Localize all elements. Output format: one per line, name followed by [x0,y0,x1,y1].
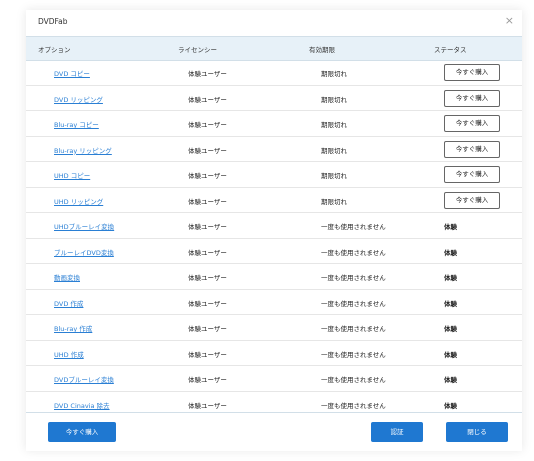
expiry-cell: 期限切れ [321,95,347,104]
expiry-cell: 期限切れ [321,197,347,206]
row-buy-now-button[interactable]: 今すぐ購入 [444,166,500,183]
license-cell: 体験ユーザー [188,350,227,359]
status-label: 体験 [444,274,457,282]
license-cell: 体験ユーザー [188,172,227,180]
option-link[interactable]: DVD Cinavia 除去 [54,400,110,410]
option-link[interactable]: 動画変換 [54,272,80,282]
option-link[interactable]: UHD リッピング [54,196,103,206]
option-link[interactable]: Blu-ray リッピング [54,145,112,155]
expiry-cell: 一度も使用されません [321,350,386,359]
row-buy-now-button[interactable]: 今すぐ購入 [444,115,500,132]
license-cell: 体験ユーザー [188,121,227,129]
option-link[interactable]: DVD リッピング [54,94,103,104]
dialog-title: DVDFab [38,17,68,26]
table-row: DVD コピー 体験ユーザー 期限切れ 今すぐ購入 [26,60,522,86]
table-row: 動画変換 体験ユーザー 一度も使用されません 体験 [26,264,522,290]
expiry-cell: 一度も使用されません [321,274,386,282]
license-cell: 体験ユーザー [188,274,227,282]
expiry-cell: 一度も使用されません [321,299,386,308]
expiry-cell: 期限切れ [321,121,347,129]
row-buy-now-button[interactable]: 今すぐ購入 [444,89,500,107]
license-cell: 体験ユーザー [188,146,227,155]
row-buy-now-button[interactable]: 今すぐ購入 [444,191,500,209]
license-cell: 体験ユーザー [188,70,227,78]
close-icon[interactable]: × [505,14,514,28]
table-row: DVD Cinavia 除去 体験ユーザー 一度も使用されません 体験 [26,392,522,413]
table-row: DVD 作成 体験ユーザー 一度も使用されません 体験 [26,290,522,315]
license-cell: 体験ユーザー [188,376,227,384]
column-header-option: オプション [38,46,71,54]
row-buy-now-button[interactable]: 今すぐ購入 [444,140,500,158]
license-table-body[interactable]: DVD コピー 体験ユーザー 期限切れ 今すぐ購入 DVD リッピング 体験ユーザー 期限切… [26,60,522,412]
license-cell: 体験ユーザー [188,197,227,206]
expiry-cell: 期限切れ [321,70,347,78]
table-row: UHD リッピング 体験ユーザー 期限切れ 今すぐ購入 [26,188,522,213]
expiry-cell: 期限切れ [321,172,347,180]
status-label: 体験 [444,401,457,410]
option-link[interactable]: Blu-ray コピー [54,119,99,129]
license-cell: 体験ユーザー [188,248,227,257]
status-label: 体験 [444,248,457,257]
table-row: UHD 作成 体験ユーザー 一度も使用されません 体験 [26,341,522,366]
license-cell: 体験ユーザー [188,299,227,308]
status-label: 体験 [444,350,457,359]
option-link[interactable]: UHD コピー [54,170,90,180]
table-row: DVDブルーレイ変換 体験ユーザー 一度も使用されません 体験 [26,366,522,392]
row-buy-now-button[interactable]: 今すぐ購入 [444,64,500,81]
status-label: 体験 [444,223,457,231]
expiry-cell: 一度も使用されません [321,223,386,231]
table-header: オプション ライセンシー 有効期限 ステータス [26,36,522,61]
option-link[interactable]: DVD 作成 [54,298,83,308]
table-row: Blu-ray 作成 体験ユーザー 一度も使用されません 体験 [26,315,522,341]
dialog-footer: 今すぐ購入 認証 閉じる [26,412,522,451]
status-label: 体験 [444,376,457,384]
column-header-expiry: 有効期限 [309,46,335,54]
close-button[interactable]: 閉じる [446,422,508,442]
license-dialog: DVDFab × オプション ライセンシー 有効期限 ステータス DVD コピー… [26,10,522,451]
buy-now-button[interactable]: 今すぐ購入 [48,422,116,442]
expiry-cell: 一度も使用されません [321,248,386,257]
option-link[interactable]: UHD 作成 [54,349,84,359]
expiry-cell: 一度も使用されません [321,376,386,384]
title-bar: DVDFab × [26,10,522,36]
license-cell: 体験ユーザー [188,223,227,231]
column-header-status: ステータス [434,46,467,54]
authenticate-button[interactable]: 認証 [371,422,423,442]
option-link[interactable]: ブルーレイDVD変換 [54,247,114,257]
status-label: 体験 [444,299,457,308]
status-label: 体験 [444,325,457,333]
expiry-cell: 期限切れ [321,146,347,155]
option-link[interactable]: DVD コピー [54,68,90,78]
license-cell: 体験ユーザー [188,95,227,104]
table-row: Blu-ray リッピング 体験ユーザー 期限切れ 今すぐ購入 [26,137,522,162]
license-cell: 体験ユーザー [188,401,227,410]
option-link[interactable]: UHDブルーレイ変換 [54,221,114,231]
option-link[interactable]: Blu-ray 作成 [54,323,92,333]
expiry-cell: 一度も使用されません [321,401,386,410]
option-link[interactable]: DVDブルーレイ変換 [54,374,114,384]
license-cell: 体験ユーザー [188,325,227,333]
table-row: DVD リッピング 体験ユーザー 期限切れ 今すぐ購入 [26,86,522,111]
expiry-cell: 一度も使用されません [321,325,386,333]
table-row: Blu-ray コピー 体験ユーザー 期限切れ 今すぐ購入 [26,111,522,137]
table-row: ブルーレイDVD変換 体験ユーザー 一度も使用されません 体験 [26,239,522,264]
table-row: UHDブルーレイ変換 体験ユーザー 一度も使用されません 体験 [26,213,522,239]
table-row: UHD コピー 体験ユーザー 期限切れ 今すぐ購入 [26,162,522,188]
column-header-license: ライセンシー [178,46,217,54]
